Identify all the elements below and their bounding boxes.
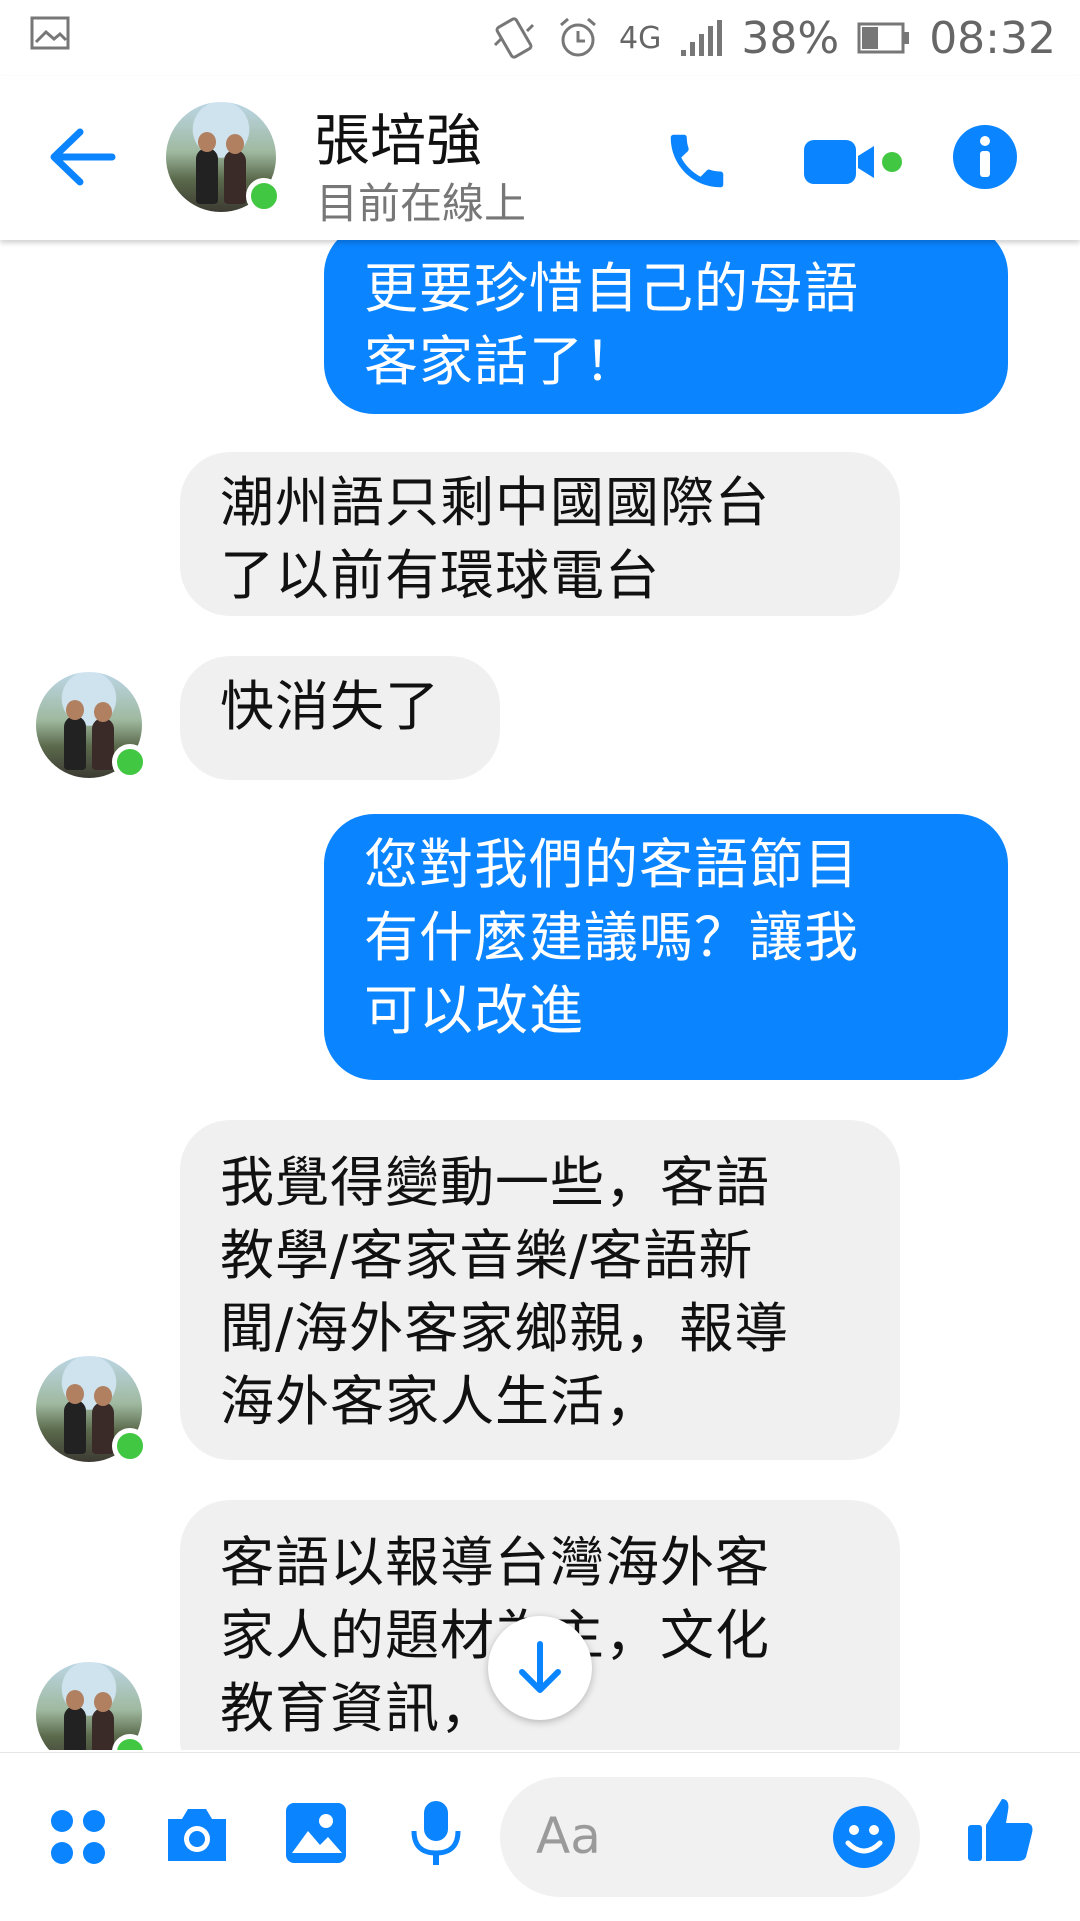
online-indicator xyxy=(246,178,282,214)
status-bar: 4G 38% 08:32 xyxy=(0,0,1080,76)
contact-avatar[interactable] xyxy=(166,102,282,214)
incoming-message[interactable]: 潮州語只剩中國國際台 了以前有環球電台 xyxy=(180,452,900,616)
thumbs-up-icon[interactable] xyxy=(966,1795,1036,1865)
gallery-icon[interactable] xyxy=(284,1801,348,1869)
scroll-to-bottom-button[interactable] xyxy=(488,1616,592,1720)
clock: 08:32 xyxy=(929,12,1056,64)
sender-avatar[interactable] xyxy=(36,1356,148,1464)
message-input-placeholder: Aa xyxy=(536,1807,601,1865)
video-camera-icon[interactable] xyxy=(800,132,910,192)
sender-avatar[interactable] xyxy=(36,672,148,780)
signal-icon xyxy=(679,18,723,58)
contact-name[interactable]: 張培強 xyxy=(314,96,482,177)
back-arrow-icon[interactable] xyxy=(46,124,118,190)
apps-grid-icon[interactable] xyxy=(48,1807,108,1871)
battery-percentage: 38% xyxy=(741,12,840,64)
composer-bar: Aa xyxy=(0,1752,1080,1921)
battery-icon xyxy=(857,21,911,55)
vibrate-icon xyxy=(491,15,537,61)
emoji-icon[interactable] xyxy=(832,1805,896,1869)
network-type: 4G xyxy=(619,20,662,56)
phone-icon[interactable] xyxy=(662,126,732,196)
sender-avatar[interactable] xyxy=(36,1662,148,1750)
message-list[interactable]: 更要珍惜自己的母語 客家話了！ 潮州語只剩中國國際台 了以前有環球電台 快消失了… xyxy=(0,240,1080,1750)
incoming-message[interactable]: 我覺得變動一些，客語 教學/客家音樂/客語新 聞/海外客家鄉親，報導 海外客家人… xyxy=(180,1120,900,1460)
outgoing-message[interactable]: 您對我們的客語節目 有什麼建議嗎？讓我 可以改進 xyxy=(324,814,1008,1080)
online-indicator xyxy=(112,1734,148,1750)
info-icon[interactable] xyxy=(952,124,1018,190)
online-indicator xyxy=(112,1428,148,1464)
outgoing-message[interactable]: 更要珍惜自己的母語 客家話了！ xyxy=(324,240,1008,414)
presence-status: 目前在線上 xyxy=(316,179,527,228)
gallery-notification-icon xyxy=(30,16,70,54)
incoming-message[interactable]: 快消失了 xyxy=(180,656,500,780)
alarm-icon xyxy=(555,15,601,61)
message-input[interactable]: Aa xyxy=(500,1777,920,1897)
online-indicator xyxy=(112,744,148,780)
conversation-header: 張培強 目前在線上 xyxy=(0,76,1080,240)
microphone-icon[interactable] xyxy=(410,1799,462,1873)
camera-icon[interactable] xyxy=(162,1805,232,1869)
arrow-down-icon xyxy=(519,1641,561,1693)
